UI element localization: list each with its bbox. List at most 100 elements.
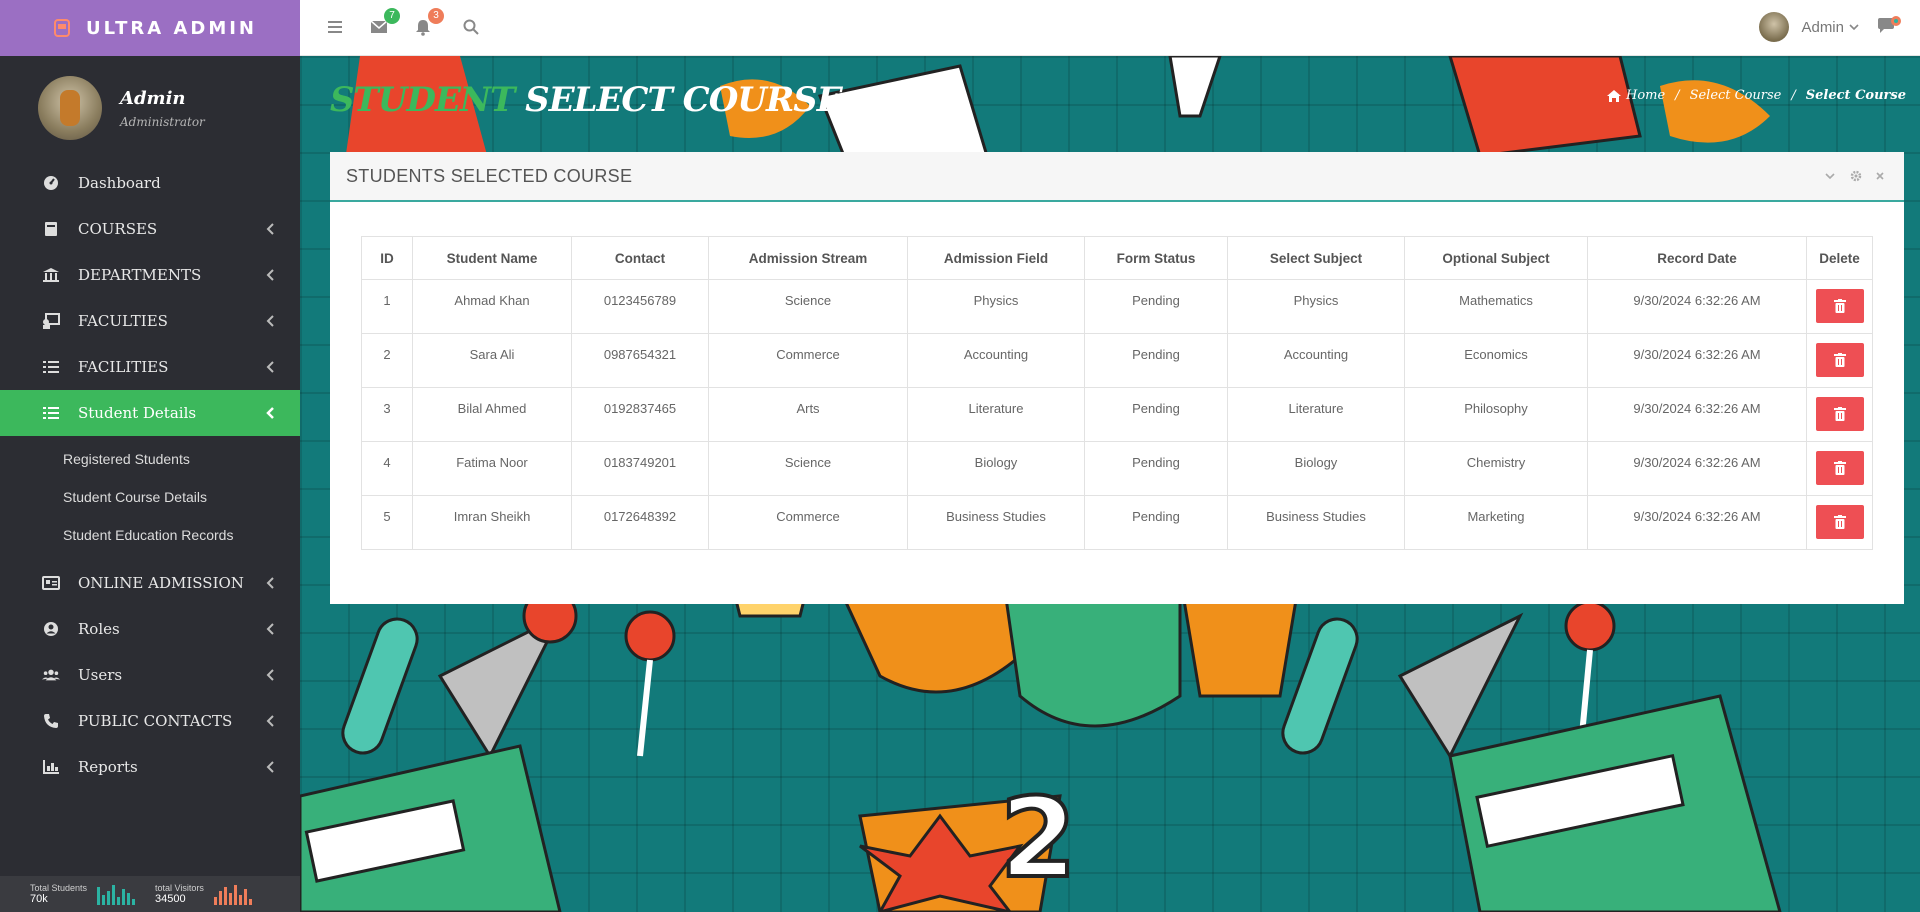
chat-icon[interactable] <box>1876 16 1902 38</box>
trash-icon <box>1833 515 1846 529</box>
column-header[interactable]: Contact <box>571 236 709 280</box>
mail-badge: 7 <box>384 8 400 24</box>
sidebar: ULTRA ADMIN Admin Administrator Dashboar… <box>0 0 300 912</box>
cell-form-status: Pending <box>1084 387 1228 442</box>
cell-form-status: Pending <box>1084 333 1228 388</box>
trash-icon <box>1833 299 1846 313</box>
notifications-button[interactable]: 3 <box>414 8 444 36</box>
gear-icon[interactable] <box>1850 170 1862 182</box>
cell-contact: 0123456789 <box>571 279 709 334</box>
breadcrumb-current: Select Course <box>1805 88 1906 103</box>
profile-role: Administrator <box>120 114 205 129</box>
sidebar-item-student-details[interactable]: Student Details <box>0 390 300 436</box>
background-number-decoration: 2 <box>1000 774 1077 902</box>
delete-button[interactable] <box>1815 289 1864 323</box>
cell-optional-subject: Economics <box>1404 333 1588 388</box>
cell-admission-stream: Science <box>708 279 908 334</box>
sidebar-item-label: FACILITIES <box>78 358 169 376</box>
chevron-left-icon <box>266 315 274 327</box>
breadcrumb-home[interactable]: Home <box>1626 88 1665 103</box>
cell-delete <box>1806 495 1873 550</box>
top-navbar: 7 3 Admin <box>300 0 1920 56</box>
sidebar-item-departments[interactable]: DEPARTMENTS <box>0 252 300 298</box>
column-header[interactable]: Select Subject <box>1227 236 1405 280</box>
submenu-item-registered-students[interactable]: Registered Students <box>0 440 300 478</box>
avatar[interactable] <box>38 76 102 140</box>
cell-record-date: 9/30/2024 6:32:26 AM <box>1587 387 1807 442</box>
column-header[interactable]: Admission Stream <box>708 236 908 280</box>
sidebar-item-users[interactable]: Users <box>0 652 300 698</box>
stat-value: 34500 <box>155 893 186 905</box>
stat-label: Total Students <box>30 883 88 893</box>
list-icon <box>42 358 60 376</box>
sidebar-item-reports[interactable]: Reports <box>0 744 300 790</box>
breadcrumb-select-course[interactable]: Select Course <box>1690 88 1782 103</box>
close-icon[interactable] <box>1874 170 1886 182</box>
chevron-left-icon <box>266 269 274 281</box>
cell-admission-stream: Science <box>708 441 908 496</box>
trash-icon <box>1833 461 1846 475</box>
cell-delete <box>1806 441 1873 496</box>
profile-name: Admin <box>120 87 186 109</box>
table-row: 1 Ahmad Khan 0123456789 Science Physics … <box>361 279 1873 334</box>
cell-select-subject: Accounting <box>1227 333 1405 388</box>
trash-icon <box>1833 353 1846 367</box>
cell-select-subject: Physics <box>1227 279 1405 334</box>
column-header[interactable]: Form Status <box>1084 236 1228 280</box>
cell-id: 1 <box>361 279 413 334</box>
cell-contact: 0192837465 <box>571 387 709 442</box>
chevron-left-icon <box>266 577 274 589</box>
cell-admission-field: Accounting <box>907 333 1085 388</box>
dashboard-icon <box>42 174 60 192</box>
table-row: 5 Imran Sheikh 0172648392 Commerce Busin… <box>361 495 1873 550</box>
mail-button[interactable]: 7 <box>370 8 400 36</box>
submenu-item-student-education-records[interactable]: Student Education Records <box>0 516 300 554</box>
teacher-icon <box>42 312 60 330</box>
main-content: 2 STUDENT SELECT COURSE Home / Select Co… <box>300 56 1920 912</box>
cell-student-name: Ahmad Khan <box>412 279 572 334</box>
column-header[interactable]: Optional Subject <box>1404 236 1588 280</box>
delete-button[interactable] <box>1815 397 1864 431</box>
sidebar-item-faculties[interactable]: FACULTIES <box>0 298 300 344</box>
delete-button[interactable] <box>1815 451 1864 485</box>
cell-student-name: Sara Ali <box>412 333 572 388</box>
chevron-left-icon <box>266 715 274 727</box>
panel-header: STUDENTS SELECTED COURSE <box>330 152 1904 202</box>
cell-id: 4 <box>361 441 413 496</box>
column-header[interactable]: Delete <box>1806 236 1873 280</box>
sidebar-item-label: COURSES <box>78 220 158 238</box>
students-course-table: ID Student Name Contact Admission Stream… <box>361 236 1873 550</box>
sidebar-item-label: Users <box>78 666 123 684</box>
cell-admission-field: Business Studies <box>907 495 1085 550</box>
cell-delete <box>1806 387 1873 442</box>
column-header[interactable]: Admission Field <box>907 236 1085 280</box>
chevron-down-icon[interactable] <box>1824 170 1836 182</box>
user-dropdown[interactable]: Admin <box>1759 12 1860 42</box>
student-details-submenu: Registered Students Student Course Detai… <box>0 436 300 560</box>
hamburger-icon[interactable] <box>326 18 344 36</box>
cell-admission-field: Literature <box>907 387 1085 442</box>
search-icon[interactable] <box>462 18 480 36</box>
chevron-left-icon <box>266 361 274 373</box>
cell-delete <box>1806 279 1873 334</box>
sidebar-item-label: Dashboard <box>78 174 161 192</box>
cell-select-subject: Literature <box>1227 387 1405 442</box>
students-course-panel: STUDENTS SELECTED COURSE ID Student Name… <box>330 152 1904 604</box>
cell-optional-subject: Chemistry <box>1404 441 1588 496</box>
column-header[interactable]: Student Name <box>412 236 572 280</box>
sidebar-item-roles[interactable]: Roles <box>0 606 300 652</box>
sidebar-item-facilities[interactable]: FACILITIES <box>0 344 300 390</box>
cell-contact: 0172648392 <box>571 495 709 550</box>
delete-button[interactable] <box>1815 343 1864 377</box>
column-header[interactable]: Record Date <box>1587 236 1807 280</box>
submenu-item-student-course-details[interactable]: Student Course Details <box>0 478 300 516</box>
sidebar-item-courses[interactable]: COURSES <box>0 206 300 252</box>
column-header[interactable]: ID <box>361 236 413 280</box>
brand-bar[interactable]: ULTRA ADMIN <box>0 0 300 56</box>
cell-optional-subject: Marketing <box>1404 495 1588 550</box>
delete-button[interactable] <box>1815 505 1864 539</box>
sidebar-item-online-admission[interactable]: ONLINE ADMISSION <box>0 560 300 606</box>
sidebar-item-public-contacts[interactable]: PUBLIC CONTACTS <box>0 698 300 744</box>
stat-total-students: Total Students 70k <box>30 883 137 905</box>
sidebar-item-dashboard[interactable]: Dashboard <box>0 160 300 206</box>
